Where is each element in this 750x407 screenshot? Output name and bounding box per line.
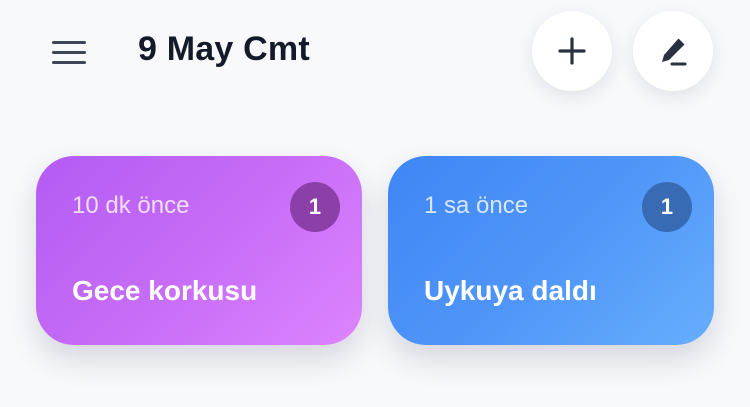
event-card-night-terror[interactable]: 10 dk önce 1 Gece korkusu xyxy=(36,156,362,345)
plus-icon xyxy=(558,37,586,65)
add-button[interactable] xyxy=(532,11,612,91)
app-header: 9 May Cmt xyxy=(0,0,750,110)
hamburger-line xyxy=(52,60,86,64)
card-label: Uykuya daldı xyxy=(424,275,597,306)
edit-button[interactable] xyxy=(633,11,713,91)
event-card-fell-asleep[interactable]: 1 sa önce 1 Uykuya daldı xyxy=(388,156,714,345)
hamburger-menu-icon xyxy=(52,40,86,44)
menu-button[interactable] xyxy=(52,36,92,68)
card-label: Gece korkusu xyxy=(72,275,258,306)
card-time: 1 sa önce xyxy=(424,192,529,219)
card-time: 10 dk önce xyxy=(72,192,190,219)
page-title: 9 May Cmt xyxy=(138,30,310,68)
pencil-icon xyxy=(662,38,687,66)
hamburger-line xyxy=(52,50,86,54)
count-badge: 1 xyxy=(290,182,340,232)
count-badge: 1 xyxy=(642,182,692,232)
